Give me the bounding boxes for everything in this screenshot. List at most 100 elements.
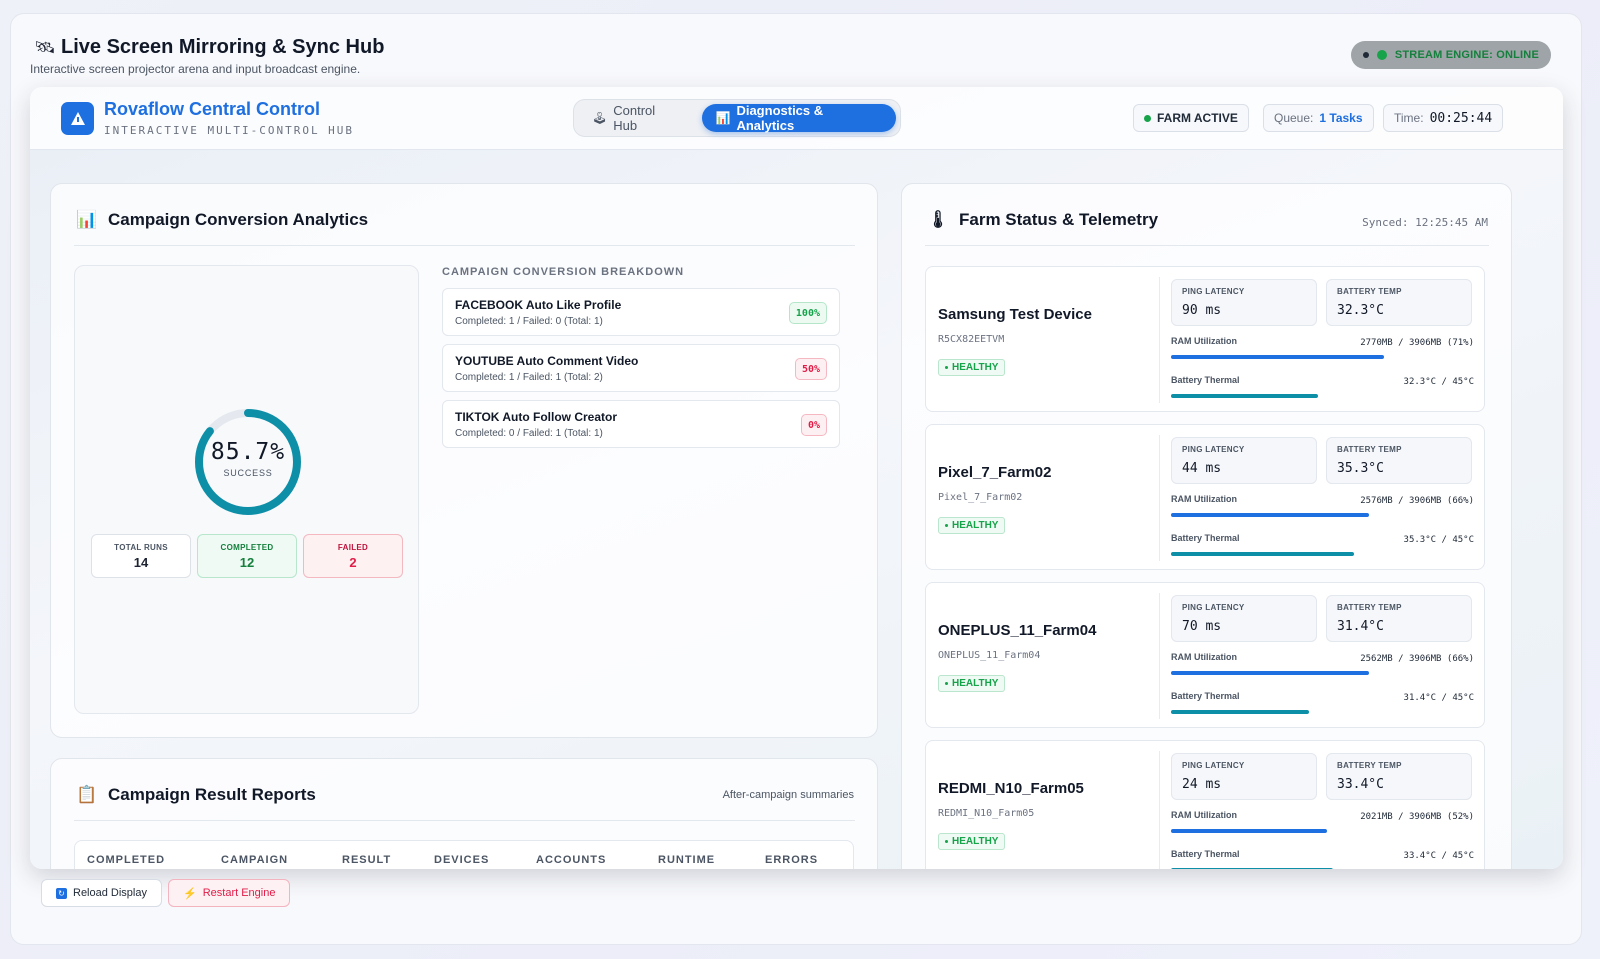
ram-bar-fill	[1171, 829, 1327, 833]
success-rate-value: 85.7%	[210, 439, 286, 465]
ram-value: 2576MB / 3906MB (66%)	[1360, 496, 1474, 506]
completed-label: COMPLETED	[220, 543, 274, 552]
ping-metric: PING LATENCY 90 ms	[1171, 279, 1317, 326]
thermal-bar	[1171, 710, 1471, 714]
time-label: Time:	[1394, 111, 1424, 125]
ping-value: 24 ms	[1182, 777, 1222, 792]
breakdown-row: FACEBOOK Auto Like Profile Completed: 1 …	[442, 288, 840, 336]
health-text: HEALTHY	[952, 836, 999, 847]
reports-note: After-campaign summaries	[722, 789, 854, 801]
divider	[1159, 593, 1160, 719]
breakdown-summary: Completed: 1 / Failed: 1 (Total: 2)	[455, 372, 603, 383]
ping-label: PING LATENCY	[1182, 445, 1245, 454]
ram-label: RAM Utilization	[1171, 494, 1237, 504]
breakdown-percent-badge: 100%	[788, 302, 827, 324]
ram-bar-fill	[1171, 355, 1384, 359]
temp-label: BATTERY TEMP	[1337, 287, 1402, 296]
health-dot-icon	[945, 682, 948, 685]
tab-control-hub-label: Control Hub	[613, 103, 656, 133]
device-card: Samsung Test Device R5CX82EETVM HEALTHY PIN…	[925, 266, 1485, 412]
temp-value: 32.3°C	[1337, 303, 1384, 318]
failed-stat: FAILED 2	[303, 534, 403, 578]
column-header[interactable]: RUNTIME	[658, 854, 715, 866]
shell-header: 🛰 Live Screen Mirroring & Sync Hub	[34, 36, 385, 59]
bar-chart-icon: 📊	[715, 111, 731, 125]
queue-value: 1 Tasks	[1319, 111, 1363, 125]
temp-metric: BATTERY TEMP 33.4°C	[1326, 753, 1472, 800]
restart-engine-label: Restart Engine	[202, 887, 276, 899]
temp-value: 33.4°C	[1337, 777, 1384, 792]
view-tabs: 🕹 Control Hub 📊 Diagnostics & Analytics	[573, 99, 901, 137]
status-dot-icon	[1362, 52, 1369, 58]
temp-label: BATTERY TEMP	[1337, 603, 1402, 612]
farm-telemetry-card: 🌡 Farm Status & Telemetry Synced: 12:25:…	[901, 183, 1512, 869]
column-header[interactable]: ERRORS	[765, 854, 818, 866]
ram-bar	[1171, 513, 1471, 517]
temp-value: 35.3°C	[1337, 461, 1384, 476]
completed-stat: COMPLETED 12	[197, 534, 297, 578]
thermal-bar	[1171, 394, 1471, 398]
ping-value: 44 ms	[1182, 461, 1222, 476]
ram-label: RAM Utilization	[1171, 336, 1237, 346]
health-text: HEALTHY	[952, 520, 999, 531]
column-header[interactable]: ACCOUNTS	[536, 854, 606, 866]
farm-status-text: FARM ACTIVE	[1157, 111, 1238, 125]
queue-label: Queue:	[1274, 111, 1314, 125]
tab-diagnostics[interactable]: 📊 Diagnostics & Analytics	[701, 103, 896, 133]
ping-metric: PING LATENCY 44 ms	[1171, 437, 1317, 484]
ram-bar	[1171, 355, 1471, 359]
thermal-value: 31.4°C / 45°C	[1403, 693, 1474, 703]
analytics-card: 📊 Campaign Conversion Analytics 85.7% SU…	[50, 183, 878, 738]
ping-metric: PING LATENCY 70 ms	[1171, 595, 1317, 642]
ram-value: 2021MB / 3906MB (52%)	[1360, 812, 1474, 822]
thermal-bar	[1171, 552, 1471, 556]
divider	[74, 245, 855, 246]
breakdown-percent-badge: 0%	[800, 414, 827, 436]
thermal-bar-fill	[1171, 394, 1318, 398]
column-header[interactable]: COMPLETED	[87, 854, 165, 866]
device-card: Pixel_7_Farm02 Pixel_7_Farm02 HEALTHY PING …	[925, 424, 1485, 570]
failed-value: 2	[349, 555, 357, 570]
lightning-icon: ⚡	[183, 887, 197, 900]
analytics-title: Campaign Conversion Analytics	[108, 210, 369, 229]
reports-title: Campaign Result Reports	[108, 785, 316, 804]
shell-subtitle: Interactive screen projector arena and i…	[30, 62, 361, 76]
tab-diagnostics-label: Diagnostics & Analytics	[736, 103, 824, 133]
shell-title: Live Screen Mirroring & Sync Hub	[61, 36, 385, 58]
column-header[interactable]: CAMPAIGN	[221, 854, 288, 866]
device-card: REDMI_N10_Farm05 REDMI_N10_Farm05 HEALTHY P…	[925, 740, 1485, 869]
divider	[74, 820, 855, 821]
health-dot-icon	[945, 840, 948, 843]
device-serial: ONEPLUS_11_Farm04	[938, 650, 1041, 661]
temp-label: BATTERY TEMP	[1337, 761, 1402, 770]
brand-title: Rovaflow Central Control	[104, 99, 321, 119]
breakdown-name: FACEBOOK Auto Like Profile	[455, 298, 622, 312]
ping-value: 70 ms	[1182, 619, 1222, 634]
device-name: Samsung Test Device	[938, 306, 1092, 323]
health-badge: HEALTHY	[938, 359, 1006, 376]
total-runs-label: TOTAL RUNS	[114, 543, 168, 552]
time-value: 00:25:44	[1429, 110, 1493, 126]
total-runs-stat: TOTAL RUNS 14	[91, 534, 191, 578]
ram-label: RAM Utilization	[1171, 810, 1237, 820]
total-runs-value: 14	[133, 555, 149, 570]
ram-bar-fill	[1171, 513, 1369, 517]
thermal-label: Battery Thermal	[1171, 849, 1240, 859]
column-header[interactable]: RESULT	[342, 854, 391, 866]
success-rate-label: SUCCESS	[223, 468, 273, 478]
divider	[1159, 435, 1160, 561]
reload-display-button[interactable]: ↻ Reload Display	[41, 879, 162, 907]
temp-label: BATTERY TEMP	[1337, 445, 1402, 454]
clock-chip: Time: 00:25:44	[1383, 104, 1503, 132]
health-badge: HEALTHY	[938, 517, 1006, 534]
satellite-icon: 🛰	[34, 37, 56, 57]
thermal-label: Battery Thermal	[1171, 533, 1240, 543]
breakdown-summary: Completed: 0 / Failed: 1 (Total: 1)	[455, 428, 603, 439]
logo-icon	[61, 102, 94, 135]
column-header[interactable]: DEVICES	[434, 854, 489, 866]
temp-value: 31.4°C	[1337, 619, 1384, 634]
temp-metric: BATTERY TEMP 31.4°C	[1326, 595, 1472, 642]
breakdown-summary: Completed: 1 / Failed: 0 (Total: 1)	[455, 316, 603, 327]
tab-control-hub[interactable]: 🕹 Control Hub	[578, 103, 696, 133]
restart-engine-button[interactable]: ⚡ Restart Engine	[168, 879, 291, 907]
